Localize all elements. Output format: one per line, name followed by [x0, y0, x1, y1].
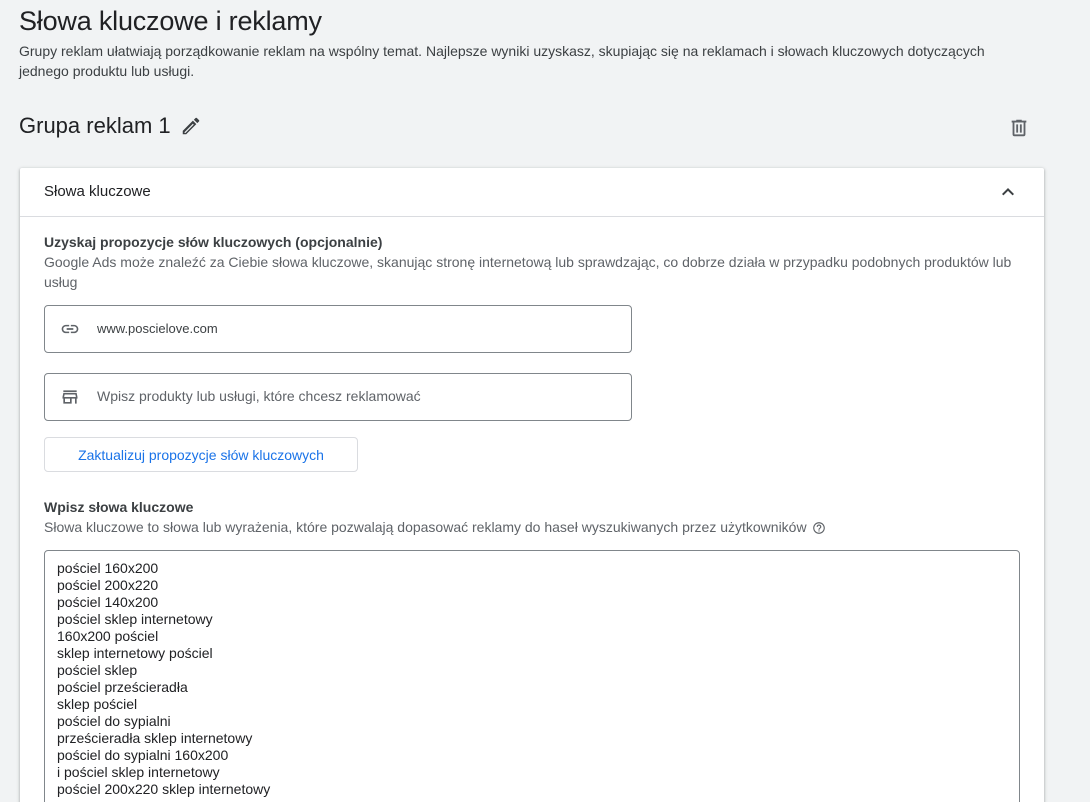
suggestions-title: Uzyskaj propozycje słów kluczowych (opcj… — [44, 234, 383, 250]
pencil-icon[interactable] — [180, 115, 202, 137]
keyword-line: pościel 160x200 — [57, 560, 159, 576]
keywords-list: pościel 160x200 pościel 200x220 pościel 14… — [57, 560, 270, 798]
keyword-line: pościel do sypialni — [57, 713, 171, 729]
suggestions-description: Google Ads może znaleźć za Ciebie słowa … — [44, 254, 1012, 290]
keyword-line: pościel prześcieradła — [57, 679, 188, 695]
website-url-input[interactable] — [97, 306, 617, 352]
enter-keywords-description-row: Słowa kluczowe to słowa lub wyrażenia, k… — [44, 517, 1024, 537]
ad-group-name: Grupa reklam 1 — [19, 113, 171, 138]
enter-keywords-title: Wpisz słowa kluczowe — [44, 499, 194, 515]
enter-keywords-description: Słowa kluczowe to słowa lub wyrażenia, k… — [44, 519, 807, 535]
keyword-line: pościel 140x200 — [57, 594, 159, 610]
update-suggestions-button[interactable]: Zaktualizuj propozycje słów kluczowych — [44, 437, 358, 472]
ad-group-title-row: Grupa reklam 1 — [19, 113, 202, 139]
keyword-line: pościel sklep internetowy — [57, 611, 213, 627]
keyword-line: sklep internetowy pościel — [57, 645, 213, 661]
page: Słowa kluczowe i reklamy Grupy reklam uł… — [0, 0, 1090, 802]
keywords-card-title: Słowa kluczowe — [44, 183, 151, 200]
keyword-line: 160x200 pościel — [57, 628, 159, 644]
help-circle-icon[interactable] — [812, 521, 826, 535]
link-icon — [61, 324, 79, 334]
website-url-field[interactable] — [44, 305, 632, 353]
keywords-textarea[interactable]: pościel 160x200 pościel 200x220 pościel 14… — [44, 550, 1020, 802]
keyword-line: pościel 200x220 — [57, 577, 159, 593]
page-description: Grupy reklam ułatwiają porządkowanie rek… — [19, 43, 985, 79]
chevron-up-icon[interactable] — [996, 180, 1020, 204]
keyword-line: pościel sklep — [57, 662, 138, 678]
keyword-line: pościel do sypialni 160x200 — [57, 747, 229, 763]
keyword-line: i pościel sklep internetowy — [57, 764, 220, 780]
keyword-line: prześcieradła sklep internetowy — [57, 730, 253, 746]
keyword-line: sklep pościel — [57, 696, 138, 712]
trash-icon[interactable] — [1008, 116, 1030, 140]
keyword-line: pościel 200x220 sklep internetowy — [57, 781, 271, 797]
products-services-field[interactable] — [44, 373, 632, 421]
keywords-card-header[interactable]: Słowa kluczowe — [20, 168, 1044, 217]
store-icon — [62, 390, 78, 404]
page-title: Słowa kluczowe i reklamy — [19, 6, 322, 36]
products-services-input[interactable] — [97, 374, 617, 420]
keywords-card: Słowa kluczowe Uzyskaj propozycje słów k… — [20, 168, 1044, 802]
